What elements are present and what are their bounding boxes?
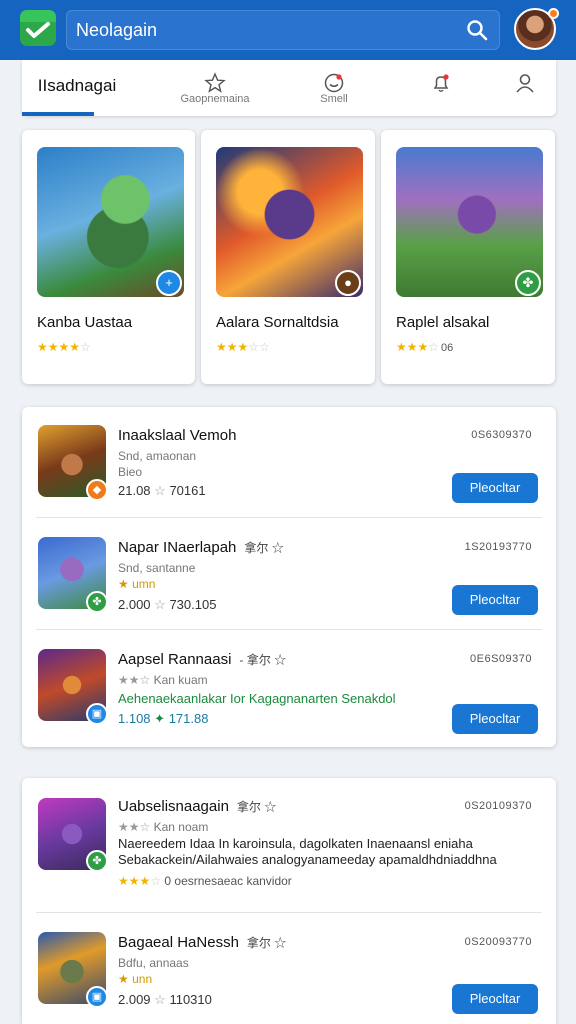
rating-stars: ★★★★☆ — [37, 340, 91, 354]
plus-icon: + — [156, 270, 182, 296]
tab-label: Gaopnemaina — [180, 93, 250, 105]
game-info: ★ umn — [118, 577, 156, 591]
divider — [36, 912, 542, 913]
game-badge-icon: ◆ — [86, 479, 108, 501]
game-title: Aapsel Rannaasi - 拿尔 ☆ — [118, 651, 287, 668]
game-stats: 1.108 ✦ 171.88 — [118, 711, 209, 726]
notification-dot — [548, 8, 559, 19]
game-stats: 2.000 ☆ 730.105 — [118, 597, 217, 612]
tab-profile[interactable] — [500, 60, 550, 116]
game-code: 0S20093770 — [464, 936, 532, 948]
tab-notifications[interactable] — [416, 60, 466, 116]
bell-icon — [433, 74, 449, 92]
game-subtitle: Snd, amaonan — [118, 449, 197, 463]
game-title: Inaakslaal Vemoh — [118, 427, 237, 444]
user-icon — [516, 74, 534, 93]
app-logo-icon[interactable] — [20, 10, 56, 46]
get-button[interactable]: Pleocltar — [452, 585, 538, 615]
active-tab-indicator — [22, 112, 94, 116]
game-badge-icon: ▣ — [86, 986, 108, 1008]
game-code: 1S20193770 — [464, 541, 532, 553]
get-button[interactable]: Pleocltar — [452, 473, 538, 503]
get-button[interactable]: Pleocltar — [452, 704, 538, 734]
game-info: Bieo — [118, 465, 143, 479]
game-title: Kanba Uastaa — [37, 314, 133, 331]
game-title: Uabselisnaagain 拿尔 ☆ — [118, 798, 277, 815]
game-subtitle: Bdfu, annaas — [118, 956, 189, 970]
game-code: 0S20109370 — [464, 800, 532, 812]
clover-icon: ✤ — [515, 270, 541, 296]
game-code: 0S6309370 — [471, 429, 532, 441]
featured-card[interactable]: ✤ Raplel alsakal ★★★☆ 06 — [381, 130, 555, 384]
tab-games[interactable]: Gaopnemaina — [170, 60, 260, 116]
smile-icon — [324, 73, 344, 93]
game-badge-icon: ▣ — [86, 703, 108, 725]
game-subtitle: ★★☆ Kan kuam — [118, 673, 208, 687]
divider — [36, 629, 542, 630]
game-code: 0E6S09370 — [470, 653, 532, 665]
game-subtitle: Snd, santanne — [118, 561, 196, 575]
tab-home[interactable]: IIsadnagai — [22, 60, 132, 116]
game-description: Sebakackein/Ailahwaies analogyanameeday … — [118, 852, 497, 867]
list-item[interactable]: ▣ Bagaeal HaNessh 拿尔 ☆ Bdfu, annaas ★ unn… — [22, 914, 556, 1024]
featured-card[interactable]: + Kanba Uastaa ★★★★☆ — [22, 130, 195, 384]
list-item[interactable]: ✤ Uabselisnaagain 拿尔 ☆ ★★☆ Kan noam Naere… — [22, 778, 556, 912]
game-subtitle: ★★☆ Kan noam — [118, 820, 209, 834]
tab-smile[interactable]: Smell — [294, 60, 374, 116]
list-item[interactable]: ◆ Inaakslaal Vemoh Snd, amaonan Bieo 21.… — [22, 407, 556, 517]
rating-stars: ★★★☆ 06 — [396, 340, 454, 354]
game-title: Raplel alsakal — [396, 314, 490, 331]
rating-stars: ★★★☆☆ — [216, 340, 270, 354]
tab-bar: IIsadnagai Gaopnemaina Smell — [22, 60, 556, 116]
tab-label: Smell — [320, 93, 348, 105]
game-description: Aehenaekaanlakar Ior Kagagnanarten Senak… — [118, 691, 396, 706]
game-description: Naereedem Idaa In karoinsula, dagolkaten… — [118, 836, 473, 851]
tab-label: IIsadnagai — [37, 76, 117, 95]
game-list: ✤ Uabselisnaagain 拿尔 ☆ ★★☆ Kan noam Naere… — [22, 778, 556, 1024]
list-item[interactable]: ▣ Aapsel Rannaasi - 拿尔 ☆ ★★☆ Kan kuam Aeh… — [22, 631, 556, 745]
app-bar: Neolagain — [0, 0, 576, 60]
game-info: ★ unn — [118, 972, 153, 986]
paw-icon: ● — [335, 270, 361, 296]
get-button[interactable]: Pleocltar — [452, 984, 538, 1014]
game-stats: 21.08 ☆ 70161 — [118, 483, 206, 498]
featured-card[interactable]: ● Aalara Sornaltdsia ★★★☆☆ — [201, 130, 375, 384]
game-stats: 2.009 ☆ 110310 — [118, 992, 212, 1007]
game-badge-icon: ✤ — [86, 591, 108, 613]
search-bar[interactable]: Neolagain — [66, 10, 500, 50]
game-title: Aalara Sornaltdsia — [216, 314, 339, 331]
game-title: Napar INaerlapah 拿尔 ☆ — [118, 539, 284, 556]
game-badge-icon: ✤ — [86, 850, 108, 872]
star-icon — [204, 72, 226, 93]
divider — [36, 517, 542, 518]
search-icon[interactable] — [466, 19, 488, 41]
list-item[interactable]: ✤ Napar INaerlapah 拿尔 ☆ Snd, santanne ★ u… — [22, 519, 556, 629]
game-list: ◆ Inaakslaal Vemoh Snd, amaonan Bieo 21.… — [22, 407, 556, 747]
game-stats: ★★★☆ 0 oesrnesaeac kanvidor — [118, 874, 292, 888]
game-title: Bagaeal HaNessh 拿尔 ☆ — [118, 934, 287, 951]
search-input[interactable]: Neolagain — [76, 20, 157, 41]
